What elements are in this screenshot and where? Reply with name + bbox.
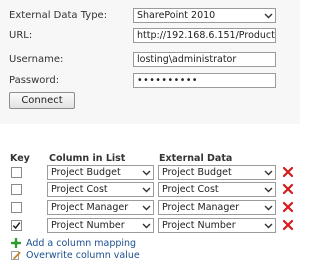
- green-plus-icon: [11, 238, 21, 248]
- chevron-down-icon: [262, 9, 275, 22]
- column-in-list-value: Project Manager: [51, 202, 129, 213]
- add-column-mapping-link[interactable]: Add a column mapping: [11, 237, 136, 249]
- external-data-select[interactable]: Project Number: [158, 218, 276, 233]
- connect-button[interactable]: Connect: [9, 92, 75, 109]
- key-checkbox[interactable]: [11, 220, 22, 231]
- external-data-type-value: SharePoint 2010: [137, 10, 216, 21]
- mapping-row: Project Manager Project Manager: [0, 200, 300, 215]
- external-data-value: Project Number: [162, 220, 236, 231]
- delete-mapping-icon[interactable]: [282, 201, 294, 213]
- chevron-down-icon: [262, 183, 275, 196]
- chevron-down-icon: [262, 219, 275, 232]
- add-column-mapping-label[interactable]: Add a column mapping: [26, 238, 136, 249]
- edit-pencil-icon: [11, 251, 21, 260]
- external-data-type-label: External Data Type:: [9, 10, 108, 21]
- external-data-select[interactable]: Project Budget: [158, 165, 276, 180]
- delete-mapping-icon[interactable]: [282, 219, 294, 231]
- external-data-select[interactable]: Project Cost: [158, 182, 276, 197]
- chevron-down-icon: [140, 201, 153, 214]
- mapping-row: Project Number Project Number: [0, 218, 300, 233]
- password-value: ••••••••••: [137, 75, 199, 86]
- key-column-header: Key: [10, 153, 30, 164]
- chevron-down-icon: [140, 183, 153, 196]
- connection-panel: External Data Type: SharePoint 2010 URL:…: [0, 0, 300, 124]
- url-label: URL:: [9, 30, 33, 41]
- column-in-list-select[interactable]: Project Number: [47, 218, 154, 233]
- password-input[interactable]: ••••••••••: [133, 73, 276, 88]
- chevron-down-icon: [262, 201, 275, 214]
- key-checkbox[interactable]: [11, 167, 22, 178]
- chevron-down-icon: [140, 219, 153, 232]
- external-data-select[interactable]: Project Manager: [158, 200, 276, 215]
- username-input[interactable]: losting\administrator: [133, 52, 276, 67]
- column-in-list-value: Project Number: [51, 220, 125, 231]
- external-data-value: Project Budget: [162, 167, 232, 178]
- overwrite-column-value-link[interactable]: Overwrite column value: [11, 249, 140, 261]
- key-checkbox[interactable]: [11, 184, 22, 195]
- column-in-list-select[interactable]: Project Budget: [47, 165, 154, 180]
- mapping-row: Project Budget Project Budget: [0, 165, 300, 180]
- column-in-list-select[interactable]: Project Manager: [47, 200, 154, 215]
- chevron-down-icon: [262, 166, 275, 179]
- column-in-list-header: Column in List: [49, 153, 126, 164]
- column-in-list-value: Project Cost: [51, 184, 108, 195]
- external-data-settings: External Data Type: SharePoint 2010 URL:…: [0, 0, 300, 261]
- url-value: http://192.168.6.151/Product%20D: [137, 30, 275, 41]
- column-in-list-select[interactable]: Project Cost: [47, 182, 154, 197]
- column-in-list-value: Project Budget: [51, 167, 121, 178]
- delete-mapping-icon[interactable]: [282, 183, 294, 195]
- external-data-header: External Data: [159, 153, 233, 164]
- url-input[interactable]: http://192.168.6.151/Product%20D: [133, 28, 276, 43]
- password-label: Password:: [9, 75, 60, 86]
- overwrite-column-value-label[interactable]: Overwrite column value: [26, 250, 140, 261]
- username-value: losting\administrator: [137, 54, 237, 65]
- username-label: Username:: [9, 54, 64, 65]
- key-checkbox[interactable]: [11, 202, 22, 213]
- checkmark-icon: [12, 222, 21, 230]
- delete-mapping-icon[interactable]: [282, 166, 294, 178]
- external-data-type-select[interactable]: SharePoint 2010: [133, 8, 276, 23]
- external-data-value: Project Cost: [162, 184, 219, 195]
- mapping-row: Project Cost Project Cost: [0, 182, 300, 197]
- external-data-value: Project Manager: [162, 202, 240, 213]
- chevron-down-icon: [140, 166, 153, 179]
